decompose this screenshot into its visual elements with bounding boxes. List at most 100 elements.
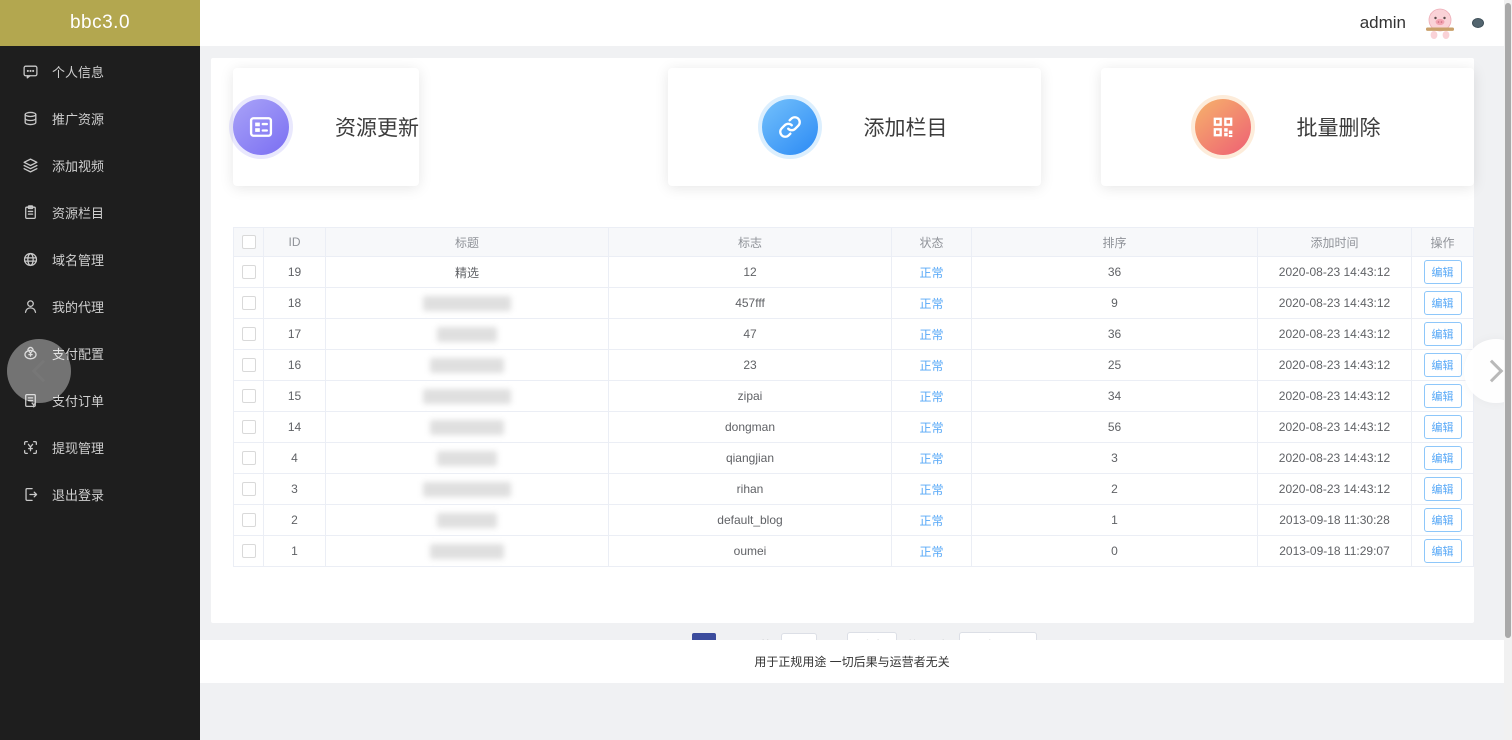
admin-username[interactable]: admin: [1360, 13, 1406, 33]
row-checkbox[interactable]: [241, 389, 256, 404]
cell-status: 正常: [891, 318, 972, 350]
user-icon: [22, 298, 39, 315]
row-checkbox[interactable]: [241, 420, 256, 435]
action-card[interactable]: 资源更新: [233, 68, 419, 186]
sidebar-item[interactable]: 提现管理: [0, 424, 200, 471]
cell-id: 17: [263, 318, 326, 350]
edit-button[interactable]: 编辑: [1423, 508, 1462, 532]
cell-id: 2: [263, 504, 326, 536]
cell-action: 编辑: [1411, 256, 1474, 288]
table-row: 17 47 正常 36 2020-08-23 14:43:12 编辑: [233, 318, 1474, 350]
edit-button[interactable]: 编辑: [1423, 384, 1462, 408]
cell-time: 2020-08-23 14:43:12: [1257, 411, 1412, 443]
table-row: 4 qiangjian 正常 3 2020-08-23 14:43:12 编辑: [233, 442, 1474, 474]
edit-button[interactable]: 编辑: [1423, 260, 1462, 284]
cell-flag: 457fff: [608, 287, 892, 319]
cell-action: 编辑: [1411, 411, 1474, 443]
cell-sort: 0: [971, 535, 1258, 567]
cell-status: 正常: [891, 349, 972, 381]
sidebar-item[interactable]: 资源栏目: [0, 189, 200, 236]
status-badge: 正常: [919, 358, 944, 373]
cell-title: [325, 349, 609, 381]
row-checkbox[interactable]: [241, 358, 256, 373]
edit-button[interactable]: 编辑: [1423, 446, 1462, 470]
edit-button[interactable]: 编辑: [1423, 415, 1462, 439]
sidebar-item-label: 退出登录: [52, 488, 105, 503]
action-card[interactable]: 批量删除: [1101, 68, 1474, 186]
table-header-row: ID 标题 标志 状态 排序 添加时间 操作: [233, 227, 1474, 257]
edit-button[interactable]: 编辑: [1423, 353, 1462, 377]
row-checkbox[interactable]: [241, 544, 256, 559]
sidebar-item-label: 推广资源: [52, 112, 105, 127]
table-row: 3 rihan 正常 2 2020-08-23 14:43:12 编辑: [233, 473, 1474, 505]
sidebar-item[interactable]: 添加视频: [0, 142, 200, 189]
cell-action: 编辑: [1411, 442, 1474, 474]
row-checkbox[interactable]: [241, 327, 256, 342]
main-panel: 添加栏目 批量删除 资源更新 ID 标题 标志 状态 排序 添加时间 操作 19…: [211, 58, 1474, 658]
footer: 用于正规用途 一切后果与运营者无关: [200, 640, 1504, 683]
redacted-title: [430, 543, 504, 559]
status-badge: 正常: [919, 265, 944, 280]
cell-time: 2020-08-23 14:43:12: [1257, 442, 1412, 474]
sidebar-item[interactable]: 个人信息: [0, 48, 200, 95]
action-card[interactable]: 添加栏目: [668, 68, 1041, 186]
cell-title: 精选: [325, 256, 609, 288]
row-checkbox[interactable]: [241, 482, 256, 497]
scrollbar-thumb[interactable]: [1505, 3, 1511, 638]
qrcode-icon: [1194, 99, 1251, 155]
action-card-label: 批量删除: [1296, 117, 1381, 140]
avatar[interactable]: [1422, 5, 1458, 41]
sidebar-item-label: 个人信息: [52, 65, 105, 80]
status-badge: 正常: [919, 513, 944, 528]
edit-button[interactable]: 编辑: [1423, 322, 1462, 346]
cell-time: 2020-08-23 14:43:12: [1257, 318, 1412, 350]
cell-action: 编辑: [1411, 318, 1474, 350]
col-header-status: 状态: [891, 227, 972, 257]
cell-sort: 3: [971, 442, 1258, 474]
link-icon: [761, 99, 818, 155]
sidebar-collapse-button[interactable]: [7, 339, 71, 403]
row-checkbox[interactable]: [241, 513, 256, 528]
table-row: 15 zipai 正常 34 2020-08-23 14:43:12 编辑: [233, 380, 1474, 412]
cell-action: 编辑: [1411, 535, 1474, 567]
sidebar-item[interactable]: 退出登录: [0, 471, 200, 518]
sidebar-item[interactable]: 我的代理: [0, 283, 200, 330]
row-checkbox[interactable]: [241, 451, 256, 466]
status-badge: 正常: [919, 389, 944, 404]
cell-flag: 47: [608, 318, 892, 350]
cell-time: 2020-08-23 14:43:12: [1257, 349, 1412, 381]
sidebar-item[interactable]: 域名管理: [0, 236, 200, 283]
sidebar-item-label: 添加视频: [52, 159, 105, 174]
table-row: 2 default_blog 正常 1 2013-09-18 11:30:28 …: [233, 504, 1474, 536]
cell-id: 3: [263, 473, 326, 505]
cell-flag: 12: [608, 256, 892, 288]
row-checkbox[interactable]: [241, 265, 256, 280]
cell-status: 正常: [891, 287, 972, 319]
table-row: 14 dongman 正常 56 2020-08-23 14:43:12 编辑: [233, 411, 1474, 443]
status-badge: 正常: [919, 327, 944, 342]
scrollbar[interactable]: [1504, 0, 1512, 740]
edit-button[interactable]: 编辑: [1423, 539, 1462, 563]
sidebar-item-label: 域名管理: [52, 253, 105, 268]
edit-button[interactable]: 编辑: [1423, 477, 1462, 501]
status-badge: 正常: [919, 451, 944, 466]
select-all-checkbox[interactable]: [241, 235, 256, 250]
cell-action: 编辑: [1411, 380, 1474, 412]
redacted-title: [437, 450, 497, 466]
cell-time: 2013-09-18 11:30:28: [1257, 504, 1412, 536]
status-badge: 正常: [919, 482, 944, 497]
cell-title: [325, 535, 609, 567]
edit-button[interactable]: 编辑: [1423, 291, 1462, 315]
cell-status: 正常: [891, 473, 972, 505]
cell-sort: 9: [971, 287, 1258, 319]
notification-dot-icon[interactable]: [1472, 18, 1484, 28]
comment-icon: [22, 63, 39, 80]
resource-table: ID 标题 标志 状态 排序 添加时间 操作 1 9 精选 12 正常 36 20…: [233, 227, 1474, 567]
cell-id: 1: [263, 535, 326, 567]
row-checkbox[interactable]: [241, 296, 256, 311]
cell-time: 2020-08-23 14:43:12: [1257, 473, 1412, 505]
sidebar-item[interactable]: 推广资源: [0, 95, 200, 142]
cell-sort: 1: [971, 504, 1258, 536]
table-row: 16 23 正常 25 2020-08-23 14:43:12 编辑: [233, 349, 1474, 381]
cell-sort: 2: [971, 473, 1258, 505]
